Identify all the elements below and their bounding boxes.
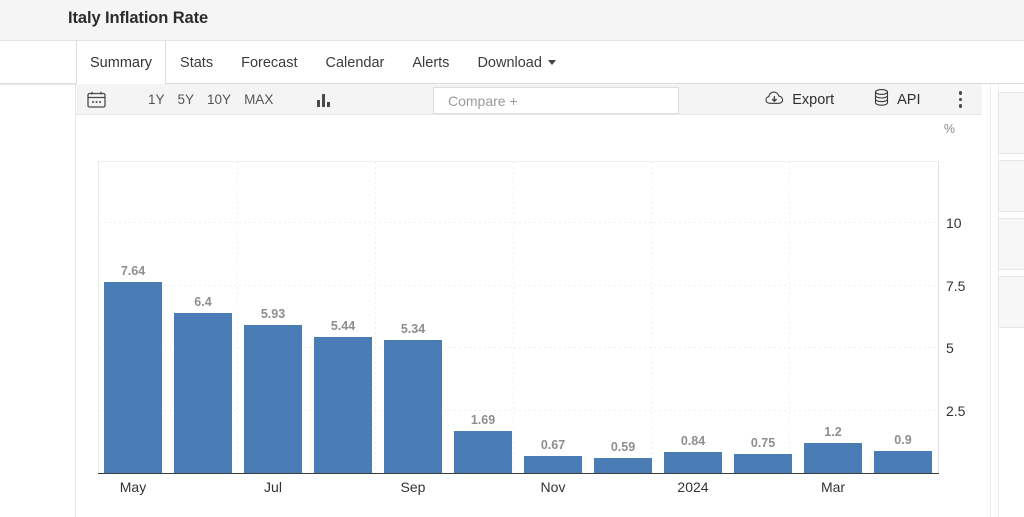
bar-value-label: 5.44 bbox=[331, 319, 355, 333]
bar-rect bbox=[664, 452, 721, 473]
tab-label: Stats bbox=[180, 55, 213, 71]
bar-value-label: 1.2 bbox=[824, 425, 841, 439]
x-axis-tick-label: Jul bbox=[264, 479, 282, 495]
y-axis-tick-label: 5 bbox=[946, 340, 954, 356]
y-axis-line bbox=[938, 161, 939, 474]
tab-forecast[interactable]: Forecast bbox=[227, 41, 311, 84]
bar-value-label: 0.84 bbox=[681, 434, 705, 448]
bar-value-label: 5.34 bbox=[401, 322, 425, 336]
y-axis-tick-label: 7.5 bbox=[946, 278, 965, 294]
range-10y[interactable]: 10Y bbox=[207, 92, 231, 107]
bar[interactable]: 1.2 bbox=[804, 443, 861, 473]
bar[interactable]: 6.4 bbox=[174, 313, 231, 473]
side-card-1[interactable] bbox=[998, 92, 1024, 154]
toolbar-right-group: Export API bbox=[765, 84, 982, 115]
chevron-down-icon bbox=[548, 60, 556, 65]
bar-rect bbox=[804, 443, 861, 473]
compare-field[interactable] bbox=[433, 87, 679, 114]
bar[interactable]: 1.69 bbox=[454, 431, 511, 473]
bar[interactable]: 7.64 bbox=[104, 282, 161, 473]
left-gutter-divider bbox=[0, 84, 76, 85]
range-5y[interactable]: 5Y bbox=[178, 92, 195, 107]
tab-label: Alerts bbox=[412, 55, 449, 71]
bar-rect bbox=[314, 337, 371, 473]
bar-series: 7.646.45.935.445.341.690.670.590.840.751… bbox=[98, 161, 938, 473]
tab-list: Summary Stats Forecast Calendar Alerts Downlo… bbox=[76, 41, 570, 84]
tab-label: Calendar bbox=[326, 55, 385, 71]
app-root: Italy Inflation Rate Summary Stats Forecas… bbox=[0, 0, 1024, 517]
bar-rect bbox=[594, 458, 651, 473]
bar-chart-icon[interactable] bbox=[317, 93, 330, 107]
kebab-menu-icon[interactable] bbox=[959, 91, 963, 108]
x-axis-labels: May Jul Sep Nov 2024 Mar bbox=[98, 479, 938, 505]
tab-download[interactable]: Download bbox=[463, 41, 570, 84]
bar-value-label: 1.69 bbox=[471, 413, 495, 427]
bar[interactable]: 0.59 bbox=[594, 458, 651, 473]
side-panel bbox=[990, 84, 1024, 517]
y-axis-tick-label: 2.5 bbox=[946, 403, 965, 419]
bar-rect bbox=[734, 454, 791, 473]
chart-container: % 2.557.510 7.646.45.935.445.341.690.670… bbox=[76, 115, 982, 517]
side-card-4[interactable] bbox=[998, 276, 1024, 328]
bar[interactable]: 5.34 bbox=[384, 340, 441, 473]
page-header: Italy Inflation Rate bbox=[0, 0, 1024, 41]
bar[interactable]: 5.44 bbox=[314, 337, 371, 473]
range-max[interactable]: MAX bbox=[244, 92, 273, 107]
x-axis-line bbox=[98, 473, 939, 474]
range-selector: 1Y 5Y 10Y MAX bbox=[148, 92, 273, 107]
bar-rect bbox=[524, 456, 581, 473]
tab-calendar[interactable]: Calendar bbox=[312, 41, 399, 84]
x-axis-tick-label: May bbox=[120, 479, 146, 495]
export-button[interactable]: Export bbox=[765, 90, 834, 109]
tab-label: Download bbox=[477, 55, 542, 71]
side-card-2[interactable] bbox=[998, 160, 1024, 212]
calendar-icon[interactable] bbox=[87, 91, 106, 108]
export-label: Export bbox=[792, 92, 834, 108]
x-axis-tick-label: 2024 bbox=[677, 479, 708, 495]
toolbar-left-group: 1Y 5Y 10Y MAX bbox=[76, 84, 330, 115]
bar-value-label: 0.67 bbox=[541, 438, 565, 452]
range-1y[interactable]: 1Y bbox=[148, 92, 165, 107]
x-axis-tick-label: Nov bbox=[541, 479, 566, 495]
database-icon bbox=[874, 89, 889, 110]
tab-summary[interactable]: Summary bbox=[76, 41, 166, 84]
side-card-3[interactable] bbox=[998, 218, 1024, 270]
bar-rect bbox=[454, 431, 511, 473]
bar-rect bbox=[104, 282, 161, 473]
bar-value-label: 0.9 bbox=[894, 433, 911, 447]
api-button[interactable]: API bbox=[874, 89, 920, 110]
bar-rect bbox=[174, 313, 231, 473]
bar-value-label: 0.75 bbox=[751, 436, 775, 450]
api-label: API bbox=[897, 92, 920, 108]
bar-value-label: 7.64 bbox=[121, 264, 145, 278]
bar-rect bbox=[244, 325, 301, 473]
y-axis-unit: % bbox=[944, 122, 955, 136]
left-gutter bbox=[0, 41, 76, 517]
bar[interactable]: 5.93 bbox=[244, 325, 301, 473]
bar-rect bbox=[384, 340, 441, 473]
bar-value-label: 5.93 bbox=[261, 307, 285, 321]
bar[interactable]: 0.75 bbox=[734, 454, 791, 473]
tab-label: Forecast bbox=[241, 55, 297, 71]
bar[interactable]: 0.67 bbox=[524, 456, 581, 473]
bar[interactable]: 0.9 bbox=[874, 451, 931, 473]
tab-bar: Summary Stats Forecast Calendar Alerts Downlo… bbox=[0, 41, 1024, 84]
bar-rect bbox=[874, 451, 931, 473]
bar[interactable]: 0.84 bbox=[664, 452, 721, 473]
compare-input[interactable] bbox=[434, 93, 678, 109]
bar-value-label: 0.59 bbox=[611, 440, 635, 454]
cloud-download-icon bbox=[765, 90, 784, 109]
tab-label: Summary bbox=[90, 55, 152, 71]
bar-value-label: 6.4 bbox=[194, 295, 211, 309]
x-axis-tick-label: Sep bbox=[401, 479, 426, 495]
tab-alerts[interactable]: Alerts bbox=[398, 41, 463, 84]
page-title: Italy Inflation Rate bbox=[68, 9, 208, 28]
tab-stats[interactable]: Stats bbox=[166, 41, 227, 84]
y-axis-tick-label: 10 bbox=[946, 215, 962, 231]
y-axis-labels: 2.5 5 7.5 10 bbox=[946, 161, 982, 473]
chart-toolbar: 1Y 5Y 10Y MAX Export bbox=[76, 84, 982, 115]
x-axis-tick-label: Mar bbox=[821, 479, 845, 495]
